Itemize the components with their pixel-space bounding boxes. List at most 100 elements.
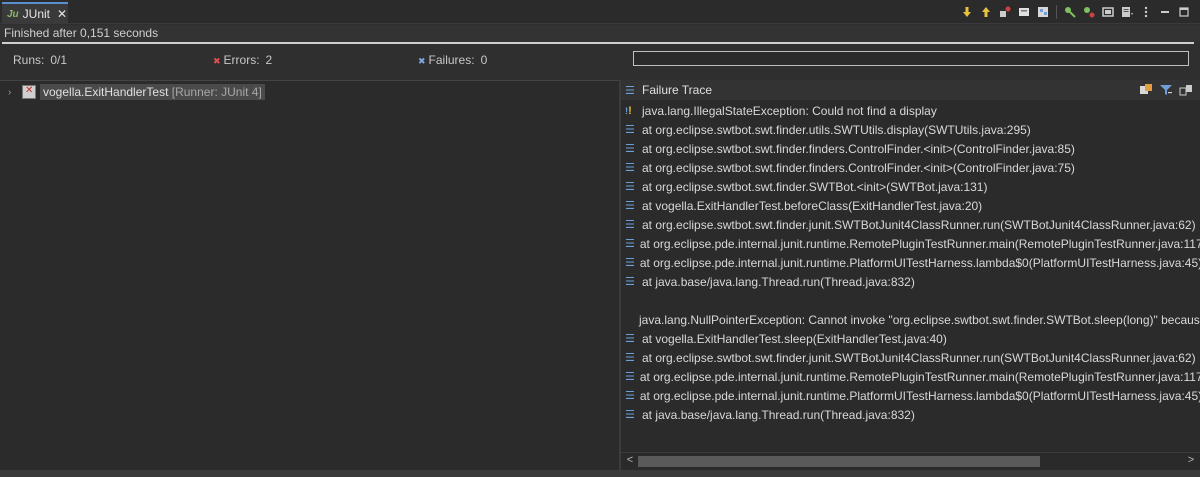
stack-frame-icon: ☰ xyxy=(625,352,635,364)
stack-frame-icon: ☰ xyxy=(625,181,635,193)
trace-line-text: java.lang.IllegalStateException: Could n… xyxy=(642,104,937,118)
stack-frame-icon: ☰ xyxy=(625,200,635,212)
trace-line-text: at org.eclipse.swtbot.swt.finder.SWTBot.… xyxy=(642,180,988,194)
trace-line-text: at org.eclipse.swtbot.swt.finder.junit.S… xyxy=(642,351,1196,365)
trace-line-text: at vogella.ExitHandlerTest.beforeClass(E… xyxy=(642,199,983,213)
stack-frame-icon: ☰ xyxy=(625,276,635,288)
trace-line[interactable]: ☰ at org.eclipse.swtbot.swt.finder.junit.… xyxy=(621,349,1200,368)
errors-value: 2 xyxy=(265,53,273,67)
trace-line[interactable]: ☰ at org.eclipse.pde.internal.junit.runti… xyxy=(621,368,1200,387)
trace-line-text: at org.eclipse.swtbot.swt.finder.finders… xyxy=(642,161,1075,175)
failure-trace-title: Failure Trace xyxy=(642,83,713,97)
pin-icon[interactable] xyxy=(1100,4,1116,20)
view-tab-bar: Ju JUnit ✕ xyxy=(0,0,1200,24)
runs-label: Runs: xyxy=(13,53,45,67)
horizontal-scrollbar[interactable]: < > xyxy=(621,452,1200,469)
stack-frame-icon: ☰ xyxy=(625,143,635,155)
trace-list: !! java.lang.IllegalStateException: Could… xyxy=(621,102,1200,452)
layout-icon[interactable] xyxy=(1062,4,1078,20)
trace-line[interactable]: ☰ at org.eclipse.swtbot.swt.finder.finder… xyxy=(621,140,1200,159)
relaunch-failed-icon[interactable] xyxy=(1016,4,1032,20)
kebab-icon[interactable] xyxy=(1138,4,1154,20)
failure-trace-header: ☰ Failure Trace xyxy=(621,80,1200,100)
error-icon: ✖ xyxy=(213,56,221,66)
trace-line[interactable]: ☰ at org.eclipse.swtbot.swt.finder.junit.… xyxy=(621,216,1200,235)
runs-value: 0/1 xyxy=(50,53,68,67)
trace-line-text: at org.eclipse.pde.internal.junit.runtim… xyxy=(639,237,1200,251)
run-status-text: Finished after 0,151 seconds xyxy=(0,25,1200,42)
previous-failure-icon[interactable] xyxy=(978,4,994,20)
tree-item-runner: [Runner: JUnit 4] xyxy=(171,85,262,99)
stack-frame-icon: ☰ xyxy=(625,257,635,269)
failure-trace-pane: ☰ Failure Trace !! java.lang.IllegalState… xyxy=(621,80,1200,470)
failure-icon: ✖ xyxy=(418,56,426,66)
trace-line-text: at java.base/java.lang.Thread.run(Thread… xyxy=(642,408,915,422)
trace-line-text: at java.base/java.lang.Thread.run(Thread… xyxy=(642,275,915,289)
trace-line[interactable]: ☰ at org.eclipse.swtbot.swt.finder.SWTBot… xyxy=(621,178,1200,197)
failures-value: 0 xyxy=(480,53,488,67)
relaunch-icon[interactable] xyxy=(997,4,1013,20)
trace-line[interactable]: java.lang.NullPointerException: Cannot i… xyxy=(621,311,1200,330)
bottom-border xyxy=(0,470,1200,477)
trace-line-text: at org.eclipse.swtbot.swt.finder.finders… xyxy=(642,142,1075,156)
copy-trace-icon[interactable] xyxy=(1178,82,1194,98)
tree-item-name: vogella.ExitHandlerTest xyxy=(43,85,169,99)
tab-label: JUnit xyxy=(22,7,51,21)
view-toolbar xyxy=(959,3,1192,21)
trace-line[interactable]: ☰ at java.base/java.lang.Thread.run(Threa… xyxy=(621,273,1200,292)
trace-line[interactable]: ☰ at vogella.ExitHandlerTest.sleep(ExitHa… xyxy=(621,330,1200,349)
minimize-icon[interactable] xyxy=(1157,4,1173,20)
trace-line-text: at org.eclipse.swtbot.swt.finder.junit.S… xyxy=(642,218,1196,232)
maximize-icon[interactable] xyxy=(1176,4,1192,20)
trace-line[interactable]: !! java.lang.IllegalStateException: Could… xyxy=(621,102,1200,121)
history-icon[interactable] xyxy=(1035,4,1051,20)
tab-junit[interactable]: Ju JUnit ✕ xyxy=(2,2,68,24)
compare-result-icon[interactable] xyxy=(1138,82,1154,98)
stack-frame-icon: ☰ xyxy=(625,238,635,250)
errors-counter: ✖ Errors: 2 xyxy=(213,53,272,67)
chevron-right-icon[interactable]: › xyxy=(8,87,18,98)
exception-icon: !! xyxy=(625,105,632,117)
next-failure-icon[interactable] xyxy=(959,4,975,20)
stop-icon[interactable] xyxy=(1081,4,1097,20)
toolbar-separator xyxy=(1056,5,1057,19)
trace-line[interactable]: ☰ at org.eclipse.swtbot.swt.finder.finder… xyxy=(621,159,1200,178)
trace-toolbar xyxy=(1138,82,1194,98)
counters-bar: Runs: 0/1 ✖ Errors: 2 ✖ Failures: 0 xyxy=(0,46,1200,74)
junit-icon: Ju xyxy=(7,8,19,20)
close-icon[interactable]: ✕ xyxy=(57,7,67,21)
tree-item-label: vogella.ExitHandlerTest [Runner: JUnit 4… xyxy=(40,84,265,100)
filter-stack-icon[interactable] xyxy=(1158,82,1174,98)
trace-line[interactable]: ☰ at java.base/java.lang.Thread.run(Threa… xyxy=(621,406,1200,425)
failures-label: Failures: xyxy=(428,53,475,67)
tree-item-exit-handler-test[interactable]: › vogella.ExitHandlerTest [Runner: JUnit… xyxy=(8,84,265,100)
status-divider xyxy=(2,42,1194,44)
stack-trace-icon: ☰ xyxy=(625,84,635,97)
trace-line-text: java.lang.NullPointerException: Cannot i… xyxy=(639,313,1200,327)
scroll-thumb[interactable] xyxy=(638,456,1040,467)
trace-line[interactable]: ☰ at org.eclipse.pde.internal.junit.runti… xyxy=(621,254,1200,273)
stack-frame-icon: ☰ xyxy=(625,409,635,421)
stack-frame-icon: ☰ xyxy=(625,219,635,231)
failed-test-icon xyxy=(22,85,36,99)
stack-frame-icon: ☰ xyxy=(625,162,635,174)
test-tree: › vogella.ExitHandlerTest [Runner: JUnit… xyxy=(0,80,619,470)
trace-line-text: at vogella.ExitHandlerTest.sleep(ExitHan… xyxy=(642,332,947,346)
trace-line[interactable]: ☰ at org.eclipse.swtbot.swt.finder.utils.… xyxy=(621,121,1200,140)
failures-counter: ✖ Failures: 0 xyxy=(418,53,487,67)
scroll-left-icon[interactable]: < xyxy=(623,454,637,466)
errors-label: Errors: xyxy=(223,53,260,67)
view-menu-icon[interactable] xyxy=(1119,4,1135,20)
scroll-right-icon[interactable]: > xyxy=(1184,454,1198,466)
trace-line[interactable]: ☰ at org.eclipse.pde.internal.junit.runti… xyxy=(621,387,1200,406)
stack-frame-icon: ☰ xyxy=(625,333,635,345)
trace-line xyxy=(621,292,1200,311)
trace-line-text: at org.eclipse.pde.internal.junit.runtim… xyxy=(639,389,1200,403)
trace-line-text: at org.eclipse.pde.internal.junit.runtim… xyxy=(639,370,1200,384)
trace-line[interactable]: ☰ at vogella.ExitHandlerTest.beforeClass(… xyxy=(621,197,1200,216)
trace-line-text: at org.eclipse.swtbot.swt.finder.utils.S… xyxy=(642,123,1031,137)
trace-line-text: at org.eclipse.pde.internal.junit.runtim… xyxy=(639,256,1200,270)
trace-line[interactable]: ☰ at org.eclipse.pde.internal.junit.runti… xyxy=(621,235,1200,254)
stack-frame-icon: ☰ xyxy=(625,390,635,402)
progress-bar xyxy=(633,51,1189,66)
